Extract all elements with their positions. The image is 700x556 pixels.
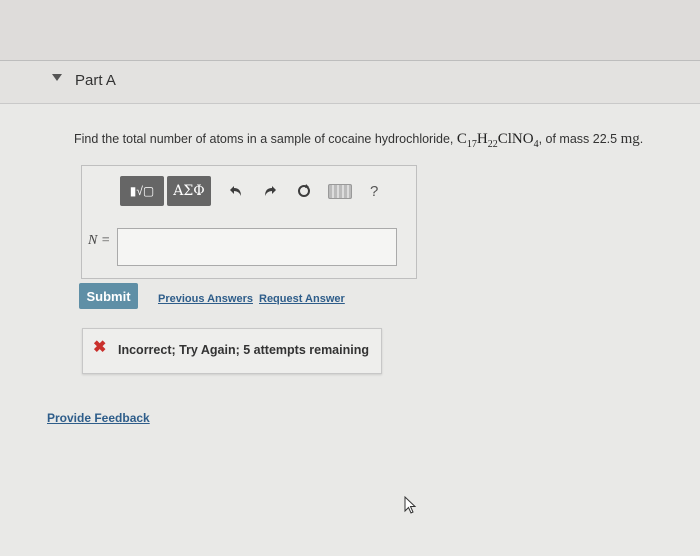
divider <box>0 103 700 104</box>
previous-answers-link[interactable]: Previous Answers <box>158 293 253 305</box>
question-suffix: . <box>639 132 644 146</box>
templates-button[interactable]: ▮√▢ <box>120 176 164 206</box>
feedback-message: Incorrect; Try Again; 5 attempts remaini… <box>118 343 369 357</box>
incorrect-x-icon: ✖ <box>93 339 107 356</box>
answer-input[interactable] <box>117 228 397 266</box>
provide-feedback-link[interactable]: Provide Feedback <box>47 411 150 425</box>
part-title[interactable]: Part A <box>75 72 116 89</box>
help-icon[interactable]: ? <box>370 183 378 200</box>
question-prefix: Find the total number of atoms in a samp… <box>74 132 454 146</box>
reset-icon[interactable] <box>292 179 316 203</box>
chemical-formula: C17H22ClNO4 <box>456 131 539 150</box>
redo-icon[interactable] <box>258 179 282 203</box>
mass-unit: mg <box>620 131 640 147</box>
greek-letters-button[interactable]: ΑΣΦ <box>167 176 211 206</box>
collapse-caret-icon[interactable] <box>52 74 62 81</box>
question-text: Find the total number of atoms in a samp… <box>74 131 643 150</box>
top-band <box>0 0 700 66</box>
request-answer-link[interactable]: Request Answer <box>259 293 345 305</box>
keyboard-icon[interactable] <box>328 183 352 199</box>
question-middle: , of mass 22.5 <box>538 132 618 146</box>
submit-button[interactable]: Submit <box>79 283 138 309</box>
undo-icon[interactable] <box>224 179 248 203</box>
mouse-cursor-icon <box>404 495 418 519</box>
math-toolbar: ▮√▢ ΑΣΦ ? <box>120 171 378 211</box>
variable-label: N = <box>88 233 111 248</box>
